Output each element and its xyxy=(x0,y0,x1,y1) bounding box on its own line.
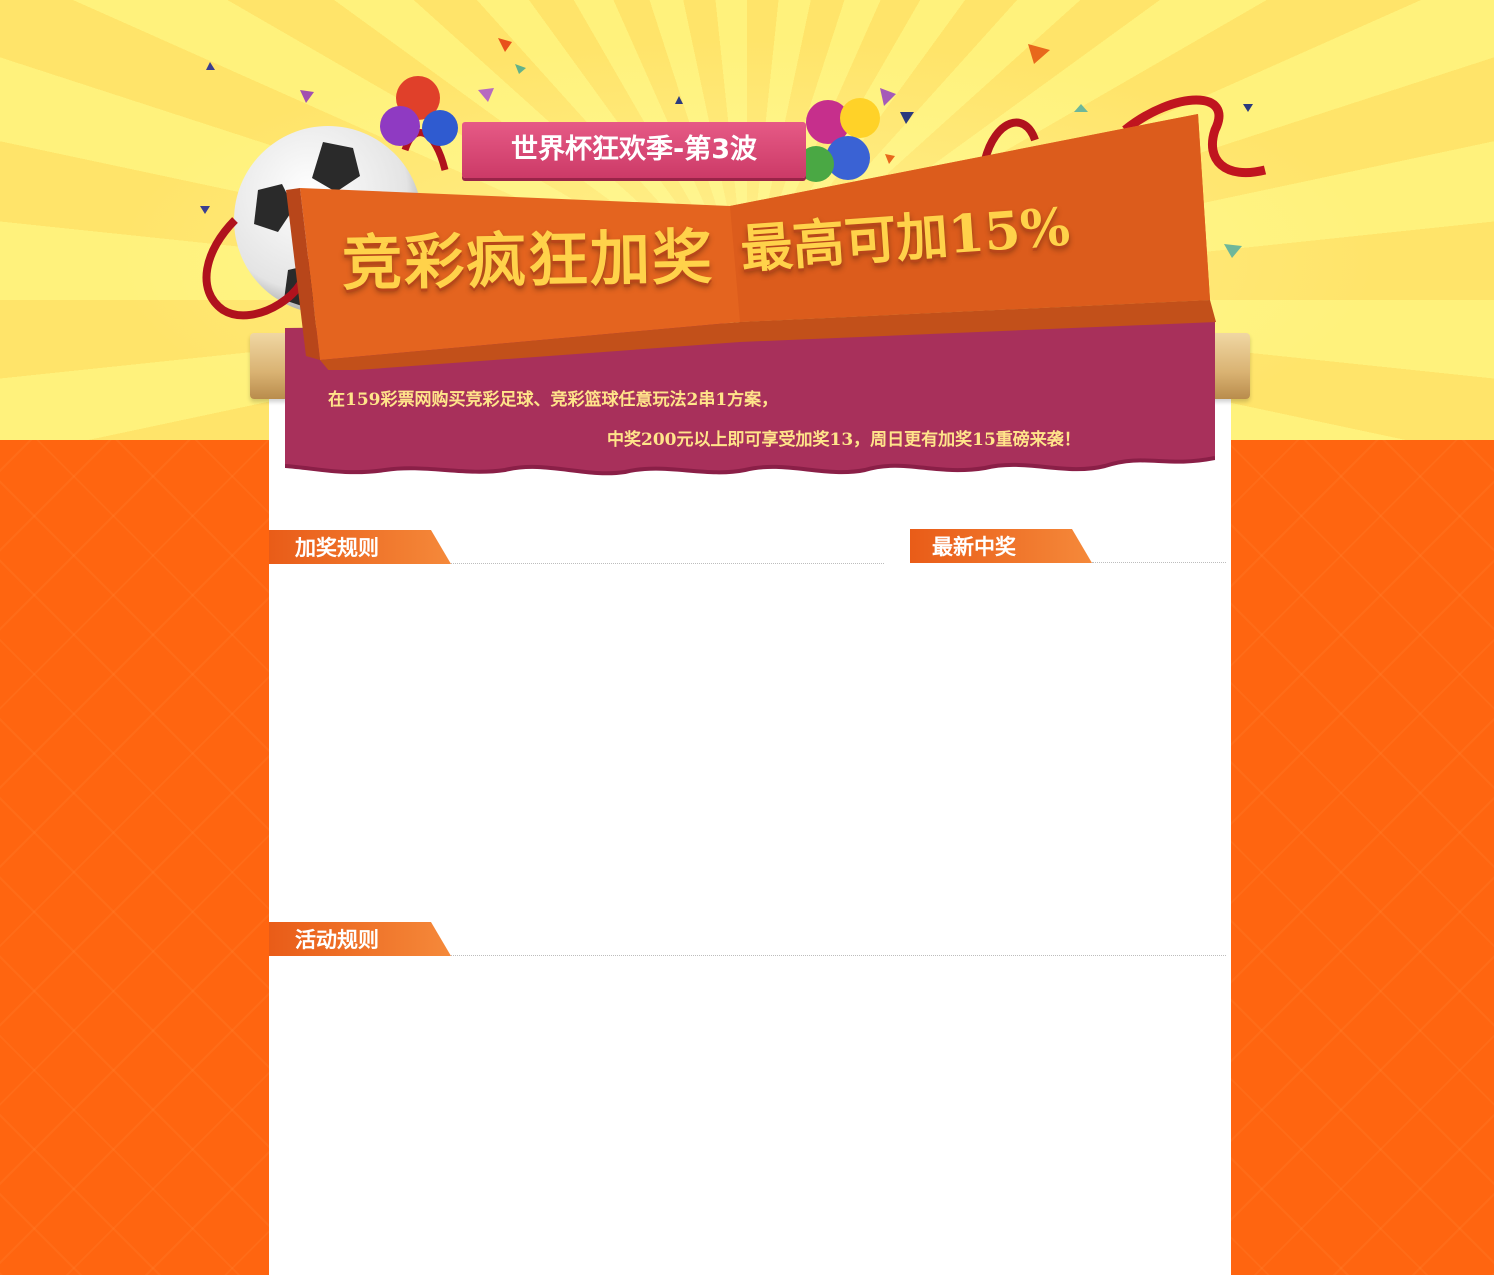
section-bonus-rules: 加奖规则 xyxy=(269,530,884,564)
section-divider xyxy=(1092,562,1226,563)
section-latest-winners: 最新中奖 xyxy=(910,529,1226,563)
section-activity-rules: 活动规则 xyxy=(269,922,1226,956)
event-tag-text: 世界杯狂欢季-第3波 xyxy=(511,134,757,165)
section-divider xyxy=(451,955,1226,956)
content-panel xyxy=(269,390,1231,1275)
section-divider xyxy=(451,563,884,564)
section-title-bonus-rules: 加奖规则 xyxy=(295,536,379,560)
promo-description-line-2: 中奖200元以上即可享受加奖13，周日更有加奖15重磅来袭！ xyxy=(607,430,1081,450)
section-title-latest-winners: 最新中奖 xyxy=(932,535,1016,559)
event-tag: 世界杯狂欢季-第3波 xyxy=(462,122,806,178)
section-title-activity-rules: 活动规则 xyxy=(295,928,379,952)
promo-description-line-1: 在159彩票网购买竞彩足球、竞彩篮球任意玩法2串1方案， xyxy=(328,390,779,410)
promo-title: 竞彩疯狂加奖 xyxy=(341,222,715,300)
